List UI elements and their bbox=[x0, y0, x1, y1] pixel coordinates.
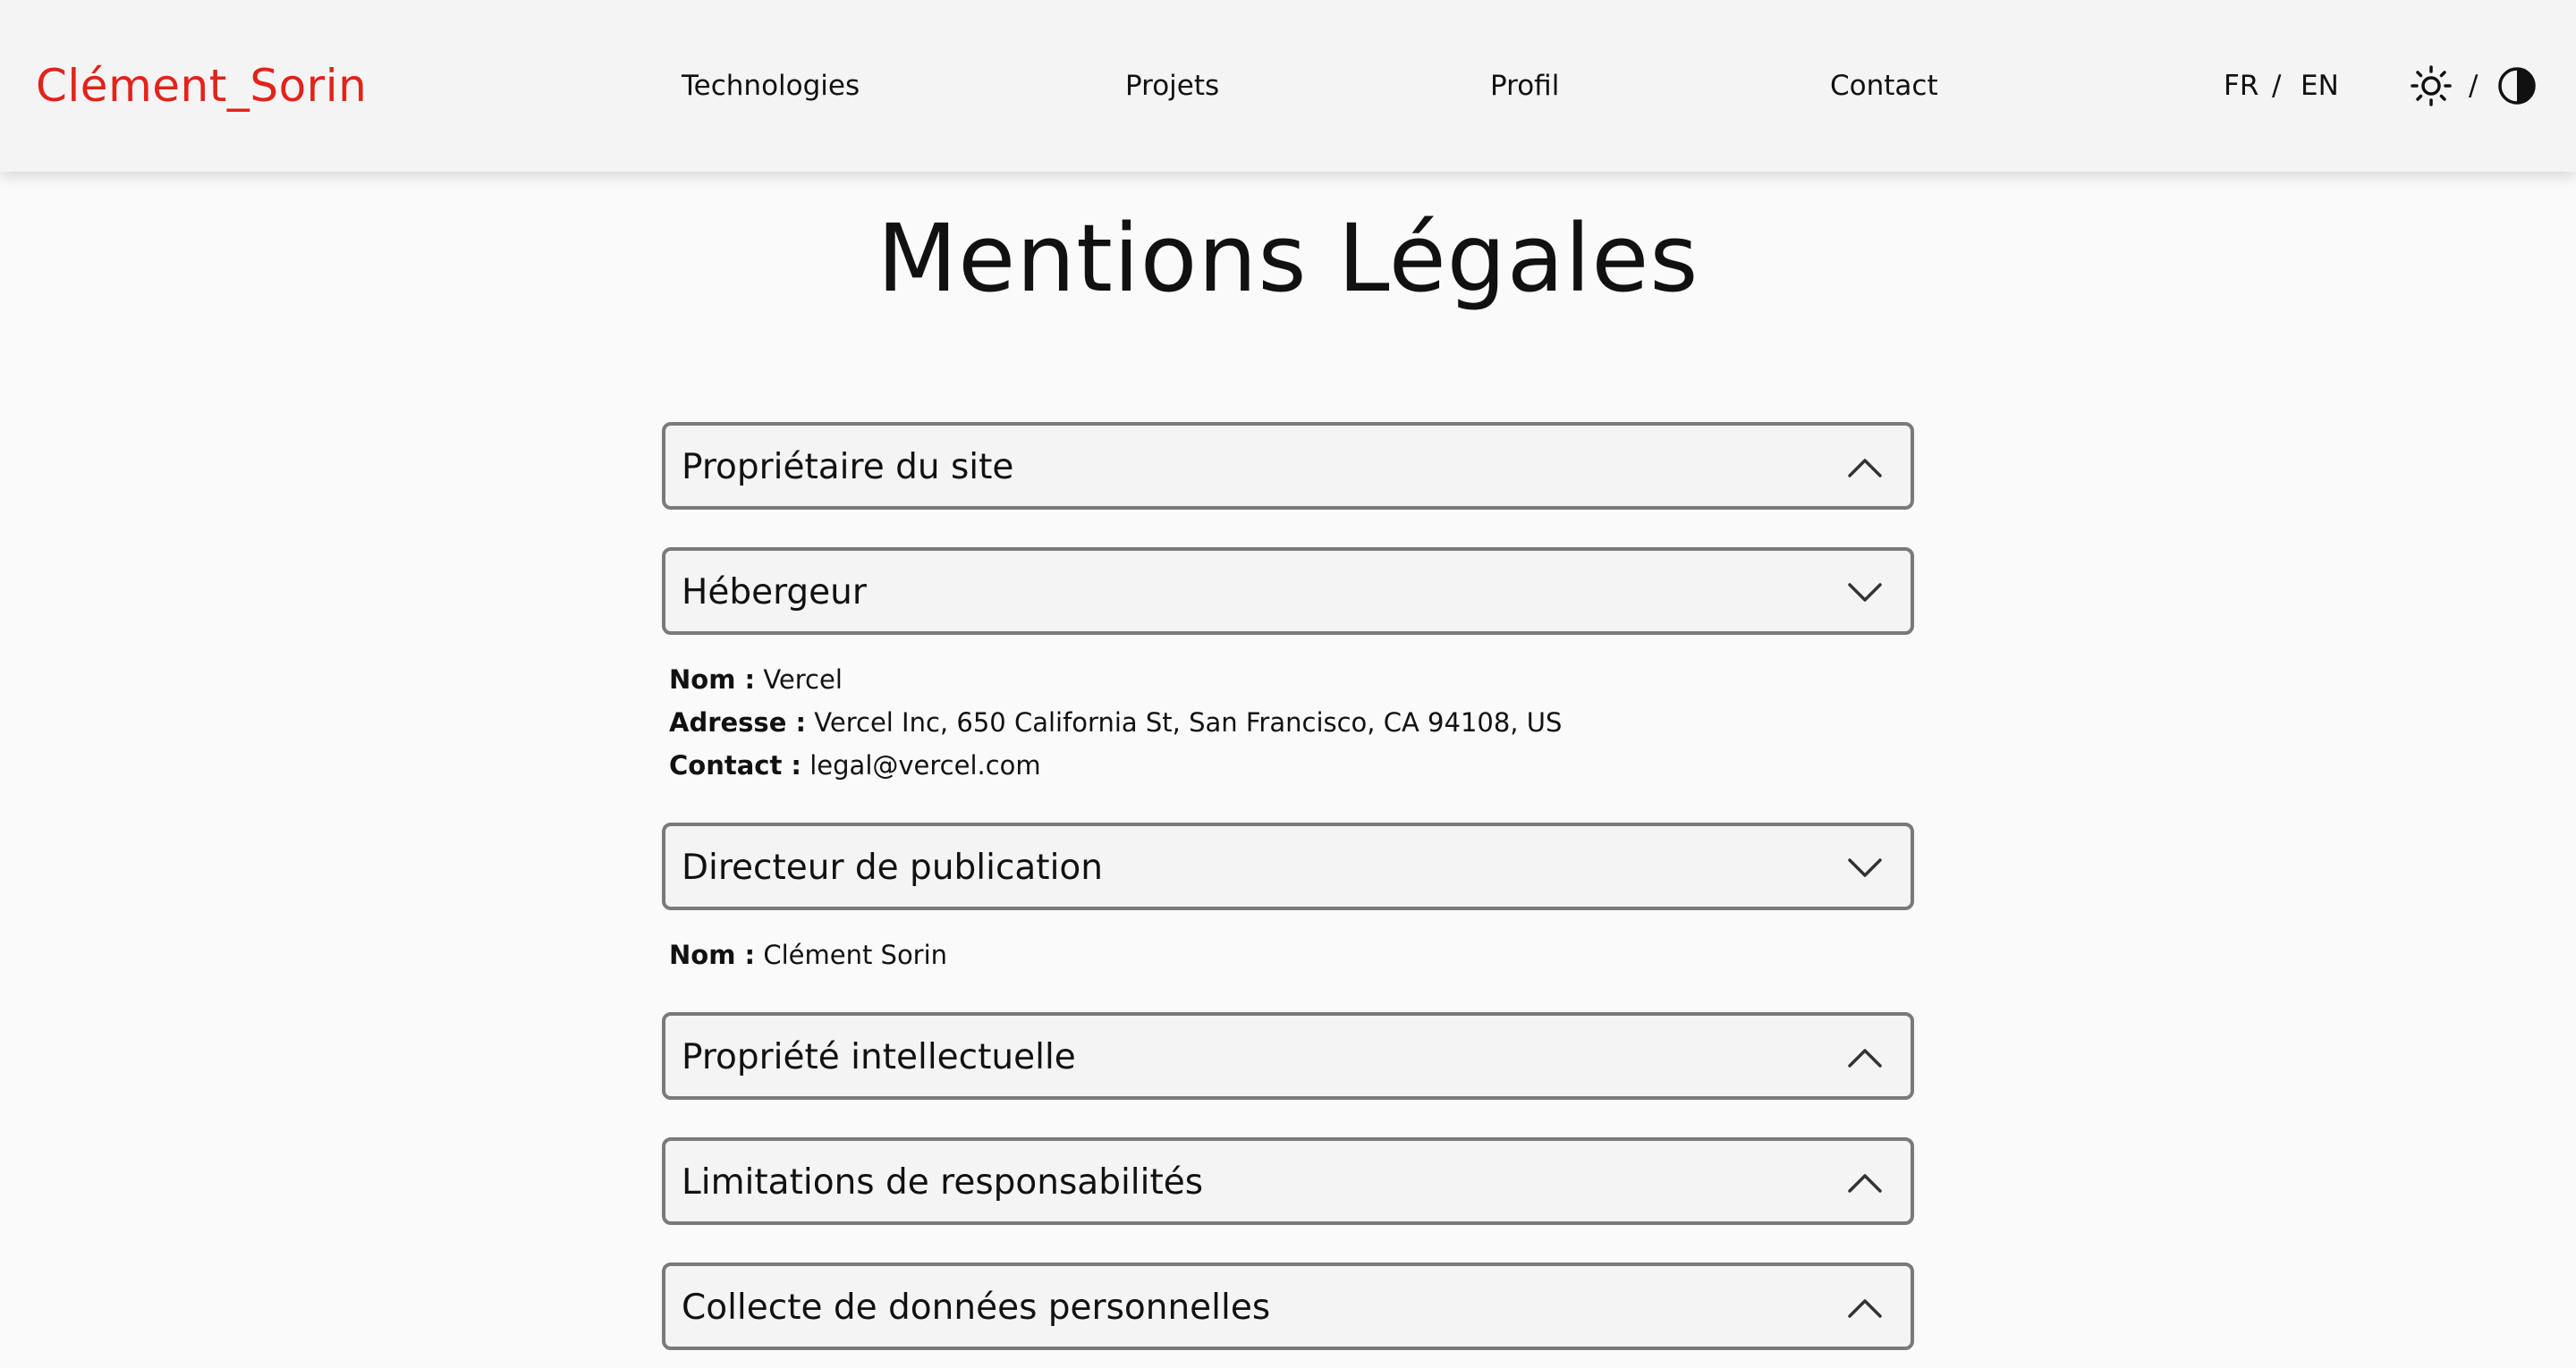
chevron-down-icon bbox=[1848, 858, 1882, 877]
accordion-hebergeur[interactable]: Hébergeur bbox=[662, 547, 1914, 635]
hebergeur-nom: Nom : Vercel bbox=[669, 658, 843, 701]
detail-value[interactable]: legal@vercel.com bbox=[809, 750, 1040, 781]
detail-key: Nom : bbox=[669, 664, 756, 695]
chevron-up-icon bbox=[1848, 1049, 1882, 1068]
contrast-icon[interactable] bbox=[2496, 64, 2538, 107]
hebergeur-adresse: Adresse : Vercel Inc, 650 California St,… bbox=[669, 701, 1562, 744]
accordion-label: Limitations de responsabilités bbox=[682, 1162, 1204, 1203]
detail-value: Vercel bbox=[763, 664, 843, 695]
accordion-label: Hébergeur bbox=[682, 572, 867, 612]
accordion-proprietaire[interactable]: Propriétaire du site bbox=[662, 422, 1914, 510]
site-logo[interactable]: Clément_Sorin bbox=[36, 59, 367, 113]
chevron-down-icon bbox=[1848, 583, 1882, 602]
detail-key: Contact : bbox=[669, 750, 802, 781]
accordion-label: Collecte de données personnelles bbox=[682, 1288, 1271, 1328]
hebergeur-contact: Contact : legal@vercel.com bbox=[669, 744, 1041, 787]
accordion-propriete-intellectuelle[interactable]: Propriété intellectuelle bbox=[662, 1012, 1914, 1100]
nav-link-technologies[interactable]: Technologies bbox=[682, 68, 860, 104]
detail-value: Clément Sorin bbox=[763, 940, 948, 970]
chevron-up-icon bbox=[1848, 1174, 1882, 1193]
nav-link-contact[interactable]: Contact bbox=[1830, 68, 1938, 104]
nav-link-projets[interactable]: Projets bbox=[1125, 68, 1219, 104]
accordion-label: Propriétaire du site bbox=[682, 447, 1014, 487]
sun-icon[interactable] bbox=[2410, 64, 2453, 107]
accordion-directeur[interactable]: Directeur de publication bbox=[662, 823, 1914, 910]
chevron-up-icon bbox=[1848, 459, 1882, 477]
accordion-collecte-donnees[interactable]: Collecte de données personnelles bbox=[662, 1262, 1914, 1350]
lang-separator: / bbox=[2272, 70, 2282, 102]
accordion-label: Propriété intellectuelle bbox=[682, 1037, 1076, 1077]
lang-en-button[interactable]: EN bbox=[2301, 68, 2339, 104]
accordion-label: Directeur de publication bbox=[682, 848, 1104, 888]
lang-fr-button[interactable]: FR bbox=[2224, 68, 2258, 104]
detail-key: Adresse : bbox=[669, 707, 807, 738]
detail-key: Nom : bbox=[669, 940, 756, 970]
theme-separator: / bbox=[2469, 70, 2479, 102]
page-title: Mentions Légales bbox=[877, 204, 1699, 313]
detail-value: Vercel Inc, 650 California St, San Franc… bbox=[814, 707, 1563, 738]
accordion-limitations[interactable]: Limitations de responsabilités bbox=[662, 1137, 1914, 1225]
site-header: Clément_Sorin Technologies Projets Profi… bbox=[0, 0, 2576, 172]
nav-link-profil[interactable]: Profil bbox=[1490, 68, 1559, 104]
chevron-up-icon bbox=[1848, 1299, 1882, 1318]
directeur-nom: Nom : Clément Sorin bbox=[669, 933, 947, 976]
